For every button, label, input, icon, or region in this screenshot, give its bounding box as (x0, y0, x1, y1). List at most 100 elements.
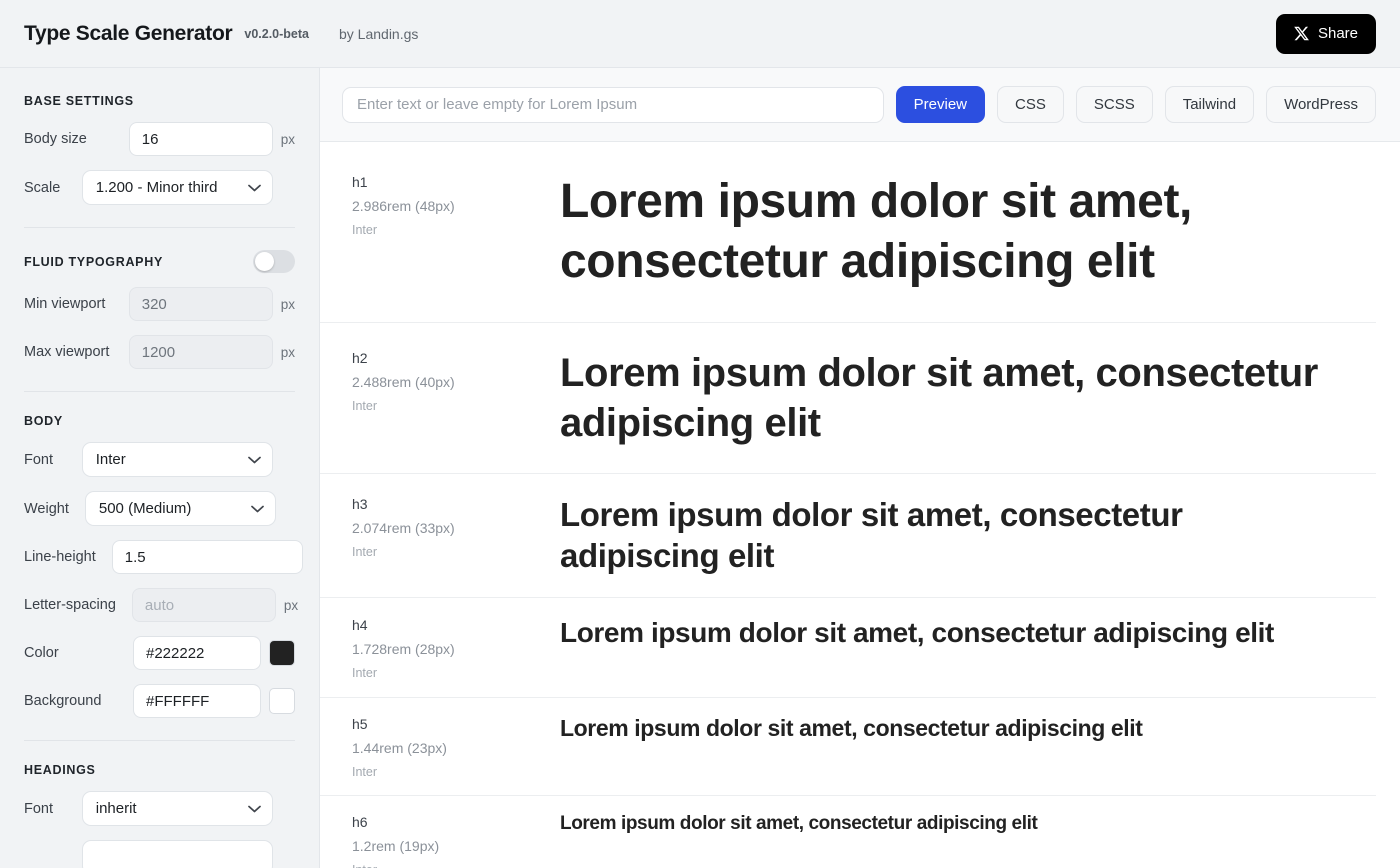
type-scale-font: Inter (352, 399, 378, 413)
body-weight-select-wrap: 500 (Medium) (84, 491, 276, 526)
scale-select-wrap: 1.200 - Minor third (81, 170, 273, 205)
section-title-body: BODY (24, 414, 63, 428)
headings-font-label: Font (24, 800, 54, 817)
main-split: BASE SETTINGS Body size px Scale 1.200 -… (0, 68, 1400, 868)
body-weight-value: 500 (Medium) (98, 500, 192, 517)
body-font-value: Inter (95, 451, 126, 468)
scale-label: Scale (24, 179, 61, 196)
field-row-body-color: Color (24, 636, 295, 670)
type-scale-meta: h2 2.488rem (40px) Inter (320, 348, 560, 413)
headings-font-value: inherit (95, 800, 137, 817)
body-weight-select[interactable]: 500 (Medium) (84, 491, 276, 526)
body-letter-spacing-input[interactable] (131, 588, 276, 622)
type-scale-row: h6 1.2rem (19px) Inter Lorem ipsum dolor si… (320, 796, 1376, 868)
type-scale-sample: Lorem ipsum dolor sit amet, consectetur … (560, 616, 1274, 648)
scale-select[interactable]: 1.200 - Minor third (81, 170, 273, 205)
type-scale-meta: h6 1.2rem (19px) Inter (320, 812, 560, 868)
type-scale-row: h2 2.488rem (40px) Inter Lorem ipsum dolor … (320, 323, 1376, 474)
body-letter-spacing-unit: px (283, 597, 299, 613)
min-viewport-unit: px (280, 296, 295, 312)
body-background-input[interactable] (133, 684, 261, 718)
sidebar-divider-1 (24, 227, 295, 228)
max-viewport-input[interactable] (128, 335, 273, 369)
type-scale-row: h3 2.074rem (33px) Inter Lorem ipsum dolor … (320, 474, 1376, 598)
preview-panel: Preview CSS SCSS Tailwind WordPress h1 2.986r… (320, 68, 1400, 868)
field-row-body-line-height: Line-height px (24, 540, 303, 574)
field-row-min-viewport: Min viewport px (24, 287, 295, 321)
tab-css[interactable]: CSS (997, 86, 1064, 123)
type-scale-size: 2.074rem (33px) (352, 520, 455, 536)
field-row-body-font: Font Inter px (24, 442, 295, 477)
body-color-label: Color (24, 645, 59, 661)
body-line-height-input[interactable] (111, 540, 303, 574)
type-scale-meta: h3 2.074rem (33px) Inter (320, 494, 560, 559)
type-scale-size: 1.2rem (19px) (352, 837, 440, 854)
section-title-base-settings: BASE SETTINGS (24, 94, 134, 108)
type-scale-font: Inter (352, 665, 378, 680)
type-scale-sample: Lorem ipsum dolor sit amet, consectetur … (560, 496, 1183, 575)
type-scale-meta: h5 1.44rem (23px) Inter (320, 714, 560, 779)
type-scale-font: Inter (352, 764, 378, 779)
body-font-select[interactable]: Inter (81, 442, 273, 477)
field-row-body-size: Body size px (24, 122, 295, 156)
headings-font-select[interactable]: inherit (81, 791, 273, 826)
fluid-typography-toggle[interactable] (253, 250, 295, 273)
type-scale-font: Inter (352, 863, 544, 868)
tab-scss[interactable]: SCSS (1075, 86, 1153, 123)
type-scale-row: h5 1.44rem (23px) Inter Lorem ipsum dolor s… (320, 698, 1376, 796)
type-scale-list: h1 2.986rem (48px) Inter Lorem ipsum dolor … (320, 142, 1400, 868)
headings-weight-select[interactable] (81, 840, 273, 868)
section-title-headings: HEADINGS (24, 763, 96, 777)
sample-text-input[interactable] (342, 86, 884, 123)
type-scale-tag: h4 (352, 616, 368, 633)
body-weight-label: Weight (24, 500, 69, 517)
type-scale-font: Inter (352, 223, 378, 237)
share-button-label: Share (1317, 25, 1358, 42)
headings-weight-select-wrap (81, 840, 273, 868)
body-size-input[interactable] (128, 122, 273, 156)
type-scale-tag: h6 (352, 813, 368, 830)
type-scale-font: Inter (352, 545, 378, 559)
min-viewport-label: Min viewport (24, 296, 106, 312)
field-row-max-viewport: Max viewport px (24, 335, 295, 369)
app-header: Type Scale Generator v0.2.0-beta by Land… (0, 0, 1400, 68)
sidebar-divider-2 (24, 391, 295, 392)
type-scale-sample: Lorem ipsum dolor sit amet, consectetur … (560, 812, 1038, 834)
type-scale-row: h1 2.986rem (48px) Inter Lorem ipsum dolor … (320, 142, 1376, 323)
field-row-body-letter-spacing: Letter-spacing px (24, 588, 299, 622)
body-font-select-wrap: Inter (81, 442, 273, 477)
type-scale-tag: h2 (352, 350, 368, 366)
body-size-label: Body size (24, 131, 87, 147)
type-scale-row: h4 1.728rem (28px) Inter Lorem ipsum dolor … (320, 598, 1376, 698)
tab-preview[interactable]: Preview (895, 86, 986, 123)
body-letter-spacing-label: Letter-spacing (24, 597, 116, 613)
type-scale-size: 2.986rem (48px) (352, 198, 455, 214)
max-viewport-unit: px (280, 344, 295, 360)
body-color-input[interactable] (133, 636, 261, 670)
sidebar-divider-3 (24, 740, 295, 741)
x-twitter-icon (1294, 26, 1309, 41)
body-background-swatch[interactable] (269, 688, 295, 714)
tab-tailwind[interactable]: Tailwind (1164, 86, 1255, 123)
type-scale-meta: h4 1.728rem (28px) Inter (320, 615, 560, 680)
field-row-headings-weight-clipped: px (24, 840, 295, 868)
body-color-swatch[interactable] (269, 640, 295, 666)
type-scale-size: 1.728rem (28px) (352, 640, 455, 657)
settings-sidebar: BASE SETTINGS Body size px Scale 1.200 -… (0, 68, 320, 868)
toggle-knob (255, 252, 274, 271)
share-button[interactable]: Share (1275, 13, 1376, 54)
version-badge: v0.2.0-beta (244, 26, 309, 41)
output-format-tabs: Preview CSS SCSS Tailwind WordPress (895, 86, 1376, 123)
field-row-body-weight: Weight 500 (Medium) px (24, 491, 295, 526)
type-scale-sample: Lorem ipsum dolor sit amet, consectetur … (560, 714, 1143, 741)
app-root: Type Scale Generator v0.2.0-beta by Land… (0, 0, 1400, 868)
type-scale-tag: h5 (352, 715, 368, 732)
type-scale-tag: h1 (352, 174, 368, 190)
type-scale-size: 1.44rem (23px) (352, 739, 447, 756)
body-size-unit: px (280, 131, 295, 147)
min-viewport-input[interactable] (128, 287, 273, 321)
body-font-label: Font (24, 451, 54, 468)
headings-font-select-wrap: inherit (81, 791, 273, 826)
scale-select-value: 1.200 - Minor third (95, 179, 218, 196)
tab-wordpress[interactable]: WordPress (1266, 86, 1376, 123)
